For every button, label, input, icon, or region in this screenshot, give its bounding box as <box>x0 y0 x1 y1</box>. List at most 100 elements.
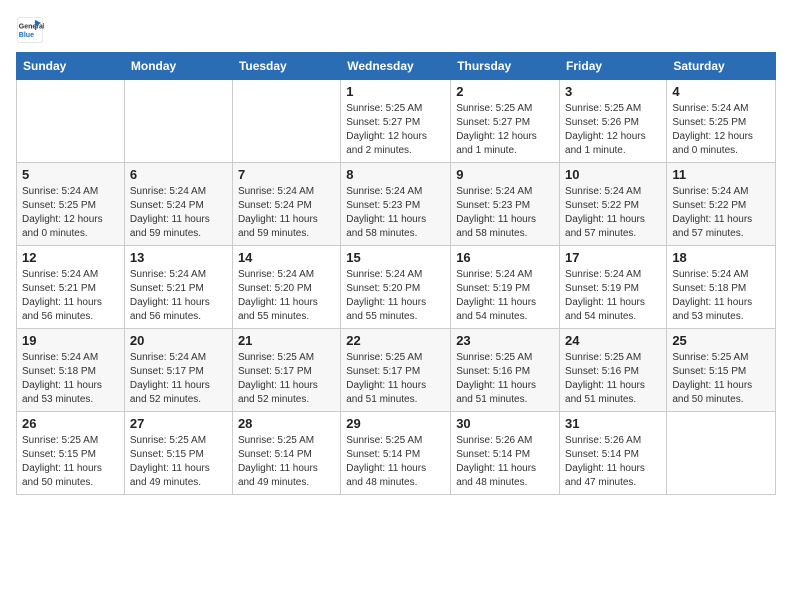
logo: General Blue <box>16 16 48 44</box>
day-cell: 1 Sunrise: 5:25 AMSunset: 5:27 PMDayligh… <box>341 80 451 163</box>
day-number: 2 <box>456 84 554 99</box>
day-info: Sunrise: 5:24 AMSunset: 5:24 PMDaylight:… <box>238 185 335 241</box>
day-cell: 10 Sunrise: 5:24 AMSunset: 5:22 PMDaylig… <box>560 163 667 246</box>
day-info: Sunrise: 5:25 AMSunset: 5:17 PMDaylight:… <box>238 351 335 407</box>
page-header: General Blue <box>16 16 776 44</box>
day-number: 4 <box>672 84 770 99</box>
weekday-header-monday: Monday <box>124 53 232 80</box>
weekday-header-thursday: Thursday <box>451 53 560 80</box>
day-info: Sunrise: 5:25 AMSunset: 5:27 PMDaylight:… <box>346 102 445 158</box>
day-number: 6 <box>130 167 227 182</box>
day-cell <box>232 80 340 163</box>
day-info: Sunrise: 5:25 AMSunset: 5:15 PMDaylight:… <box>130 434 227 490</box>
day-number: 18 <box>672 250 770 265</box>
day-cell: 27 Sunrise: 5:25 AMSunset: 5:15 PMDaylig… <box>124 412 232 495</box>
day-cell: 23 Sunrise: 5:25 AMSunset: 5:16 PMDaylig… <box>451 329 560 412</box>
day-cell: 20 Sunrise: 5:24 AMSunset: 5:17 PMDaylig… <box>124 329 232 412</box>
week-row-4: 19 Sunrise: 5:24 AMSunset: 5:18 PMDaylig… <box>17 329 776 412</box>
day-cell: 22 Sunrise: 5:25 AMSunset: 5:17 PMDaylig… <box>341 329 451 412</box>
day-number: 8 <box>346 167 445 182</box>
week-row-5: 26 Sunrise: 5:25 AMSunset: 5:15 PMDaylig… <box>17 412 776 495</box>
day-info: Sunrise: 5:26 AMSunset: 5:14 PMDaylight:… <box>456 434 554 490</box>
day-number: 13 <box>130 250 227 265</box>
day-cell: 14 Sunrise: 5:24 AMSunset: 5:20 PMDaylig… <box>232 246 340 329</box>
day-number: 7 <box>238 167 335 182</box>
weekday-header-wednesday: Wednesday <box>341 53 451 80</box>
day-cell: 25 Sunrise: 5:25 AMSunset: 5:15 PMDaylig… <box>667 329 776 412</box>
weekday-header-friday: Friday <box>560 53 667 80</box>
day-cell: 19 Sunrise: 5:24 AMSunset: 5:18 PMDaylig… <box>17 329 125 412</box>
day-cell: 9 Sunrise: 5:24 AMSunset: 5:23 PMDayligh… <box>451 163 560 246</box>
day-cell: 21 Sunrise: 5:25 AMSunset: 5:17 PMDaylig… <box>232 329 340 412</box>
day-cell: 28 Sunrise: 5:25 AMSunset: 5:14 PMDaylig… <box>232 412 340 495</box>
day-cell: 30 Sunrise: 5:26 AMSunset: 5:14 PMDaylig… <box>451 412 560 495</box>
logo-icon: General Blue <box>16 16 44 44</box>
day-info: Sunrise: 5:24 AMSunset: 5:19 PMDaylight:… <box>565 268 661 324</box>
day-number: 14 <box>238 250 335 265</box>
day-info: Sunrise: 5:24 AMSunset: 5:24 PMDaylight:… <box>130 185 227 241</box>
day-number: 22 <box>346 333 445 348</box>
day-cell <box>667 412 776 495</box>
day-info: Sunrise: 5:25 AMSunset: 5:15 PMDaylight:… <box>22 434 119 490</box>
day-cell: 4 Sunrise: 5:24 AMSunset: 5:25 PMDayligh… <box>667 80 776 163</box>
day-number: 17 <box>565 250 661 265</box>
day-info: Sunrise: 5:24 AMSunset: 5:20 PMDaylight:… <box>346 268 445 324</box>
day-info: Sunrise: 5:26 AMSunset: 5:14 PMDaylight:… <box>565 434 661 490</box>
day-info: Sunrise: 5:24 AMSunset: 5:22 PMDaylight:… <box>565 185 661 241</box>
day-info: Sunrise: 5:24 AMSunset: 5:17 PMDaylight:… <box>130 351 227 407</box>
day-number: 16 <box>456 250 554 265</box>
day-info: Sunrise: 5:24 AMSunset: 5:23 PMDaylight:… <box>456 185 554 241</box>
day-cell: 31 Sunrise: 5:26 AMSunset: 5:14 PMDaylig… <box>560 412 667 495</box>
day-info: Sunrise: 5:24 AMSunset: 5:25 PMDaylight:… <box>672 102 770 158</box>
day-info: Sunrise: 5:25 AMSunset: 5:15 PMDaylight:… <box>672 351 770 407</box>
day-info: Sunrise: 5:24 AMSunset: 5:21 PMDaylight:… <box>22 268 119 324</box>
day-cell: 11 Sunrise: 5:24 AMSunset: 5:22 PMDaylig… <box>667 163 776 246</box>
day-cell: 5 Sunrise: 5:24 AMSunset: 5:25 PMDayligh… <box>17 163 125 246</box>
day-number: 24 <box>565 333 661 348</box>
day-cell: 17 Sunrise: 5:24 AMSunset: 5:19 PMDaylig… <box>560 246 667 329</box>
day-cell: 6 Sunrise: 5:24 AMSunset: 5:24 PMDayligh… <box>124 163 232 246</box>
weekday-header-saturday: Saturday <box>667 53 776 80</box>
day-cell: 3 Sunrise: 5:25 AMSunset: 5:26 PMDayligh… <box>560 80 667 163</box>
day-cell: 13 Sunrise: 5:24 AMSunset: 5:21 PMDaylig… <box>124 246 232 329</box>
day-number: 11 <box>672 167 770 182</box>
day-number: 21 <box>238 333 335 348</box>
day-cell: 26 Sunrise: 5:25 AMSunset: 5:15 PMDaylig… <box>17 412 125 495</box>
day-number: 28 <box>238 416 335 431</box>
day-number: 31 <box>565 416 661 431</box>
day-info: Sunrise: 5:24 AMSunset: 5:25 PMDaylight:… <box>22 185 119 241</box>
day-info: Sunrise: 5:24 AMSunset: 5:19 PMDaylight:… <box>456 268 554 324</box>
day-info: Sunrise: 5:24 AMSunset: 5:20 PMDaylight:… <box>238 268 335 324</box>
day-cell: 16 Sunrise: 5:24 AMSunset: 5:19 PMDaylig… <box>451 246 560 329</box>
day-cell: 7 Sunrise: 5:24 AMSunset: 5:24 PMDayligh… <box>232 163 340 246</box>
weekday-header-sunday: Sunday <box>17 53 125 80</box>
weekday-header-tuesday: Tuesday <box>232 53 340 80</box>
weekday-header-row: SundayMondayTuesdayWednesdayThursdayFrid… <box>17 53 776 80</box>
week-row-3: 12 Sunrise: 5:24 AMSunset: 5:21 PMDaylig… <box>17 246 776 329</box>
day-number: 26 <box>22 416 119 431</box>
day-number: 15 <box>346 250 445 265</box>
day-number: 12 <box>22 250 119 265</box>
day-cell: 15 Sunrise: 5:24 AMSunset: 5:20 PMDaylig… <box>341 246 451 329</box>
day-number: 5 <box>22 167 119 182</box>
day-info: Sunrise: 5:24 AMSunset: 5:21 PMDaylight:… <box>130 268 227 324</box>
day-cell: 2 Sunrise: 5:25 AMSunset: 5:27 PMDayligh… <box>451 80 560 163</box>
day-info: Sunrise: 5:25 AMSunset: 5:14 PMDaylight:… <box>238 434 335 490</box>
week-row-1: 1 Sunrise: 5:25 AMSunset: 5:27 PMDayligh… <box>17 80 776 163</box>
day-info: Sunrise: 5:25 AMSunset: 5:17 PMDaylight:… <box>346 351 445 407</box>
day-cell <box>124 80 232 163</box>
day-info: Sunrise: 5:24 AMSunset: 5:18 PMDaylight:… <box>672 268 770 324</box>
day-info: Sunrise: 5:25 AMSunset: 5:16 PMDaylight:… <box>565 351 661 407</box>
day-number: 23 <box>456 333 554 348</box>
day-number: 19 <box>22 333 119 348</box>
day-info: Sunrise: 5:25 AMSunset: 5:27 PMDaylight:… <box>456 102 554 158</box>
week-row-2: 5 Sunrise: 5:24 AMSunset: 5:25 PMDayligh… <box>17 163 776 246</box>
day-cell: 24 Sunrise: 5:25 AMSunset: 5:16 PMDaylig… <box>560 329 667 412</box>
day-cell: 12 Sunrise: 5:24 AMSunset: 5:21 PMDaylig… <box>17 246 125 329</box>
svg-text:General: General <box>19 24 44 31</box>
day-number: 29 <box>346 416 445 431</box>
day-number: 9 <box>456 167 554 182</box>
day-number: 1 <box>346 84 445 99</box>
day-info: Sunrise: 5:24 AMSunset: 5:18 PMDaylight:… <box>22 351 119 407</box>
day-info: Sunrise: 5:25 AMSunset: 5:16 PMDaylight:… <box>456 351 554 407</box>
